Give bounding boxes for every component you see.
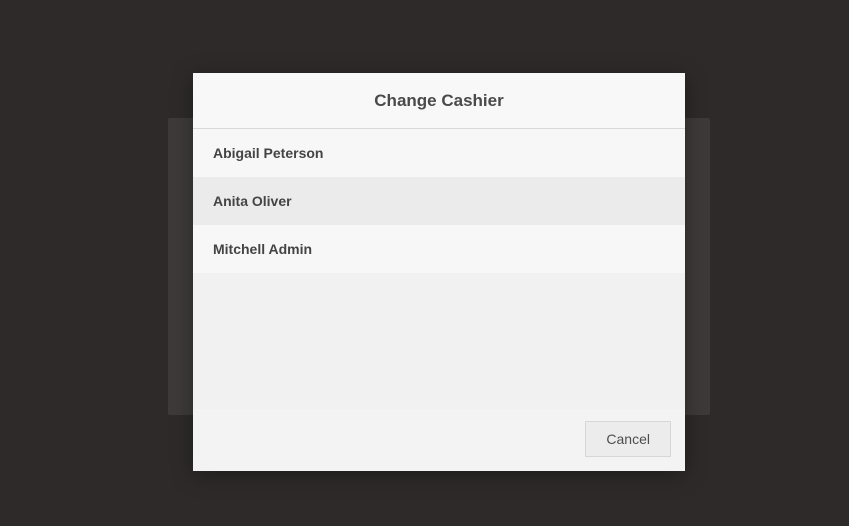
- cancel-button[interactable]: Cancel: [585, 421, 671, 457]
- modal-title: Change Cashier: [193, 91, 685, 111]
- change-cashier-modal: Change Cashier Abigail Peterson Anita Ol…: [193, 73, 685, 471]
- modal-body: Abigail Peterson Anita Oliver Mitchell A…: [193, 129, 685, 409]
- cashier-list-item[interactable]: Mitchell Admin: [193, 225, 685, 273]
- modal-header: Change Cashier: [193, 73, 685, 129]
- cashier-list-item[interactable]: Abigail Peterson: [193, 129, 685, 177]
- cashier-list-item[interactable]: Anita Oliver: [193, 177, 685, 225]
- modal-footer: Cancel: [193, 409, 685, 471]
